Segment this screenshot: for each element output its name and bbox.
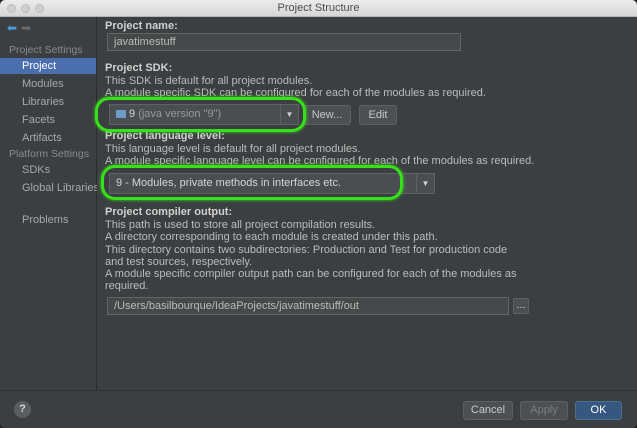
edit-sdk-button[interactable]: Edit (359, 105, 397, 125)
window-title: Project Structure (277, 2, 360, 14)
chevron-down-icon: ▼ (416, 174, 434, 193)
project-sdk-desc-1: This SDK is default for all project modu… (105, 75, 313, 87)
compiler-output-label: Project compiler output: (105, 206, 233, 218)
main-panel: Project name: javatimestuff Project SDK:… (95, 17, 637, 390)
sidebar-item-facets[interactable]: Facets (0, 112, 96, 128)
sidebar-item-modules[interactable]: Modules (0, 76, 96, 92)
compiler-output-desc-3: This directory contains two subdirectori… (105, 244, 508, 256)
back-arrow-icon[interactable]: ⬅ (7, 21, 17, 35)
sidebar-item-libraries[interactable]: Libraries (0, 94, 96, 110)
platform-settings-header: Platform Settings (9, 148, 89, 160)
sidebar-item-artifacts[interactable]: Artifacts (0, 130, 96, 146)
compiler-output-path-input[interactable]: /Users/basilbourque/IdeaProjects/javatim… (107, 297, 509, 315)
compiler-output-desc-4: and test sources, respectively. (105, 256, 253, 268)
language-level-desc-1: This language level is default for all p… (105, 143, 361, 155)
compiler-output-desc-6: required. (105, 280, 149, 292)
nav-arrows: ⬅ ➡ (7, 21, 35, 35)
title-bar: Project Structure (0, 0, 637, 17)
new-sdk-button[interactable]: New... (303, 105, 351, 125)
project-name-input[interactable]: javatimestuff (107, 33, 461, 51)
compiler-output-desc-2: A directory corresponding to each module… (105, 231, 438, 243)
sidebar-item-project[interactable]: Project (0, 58, 96, 74)
cancel-button[interactable]: Cancel (463, 401, 513, 420)
project-settings-header: Project Settings (9, 44, 83, 56)
sidebar-item-global-libraries[interactable]: Global Libraries (0, 180, 99, 196)
sidebar-item-problems[interactable]: Problems (0, 212, 96, 228)
dialog-footer: ? Cancel Apply OK (0, 390, 637, 428)
sidebar: ⬅ ➡ Project Settings Project Modules Libr… (0, 17, 99, 390)
compiler-output-desc-5: A module specific compiler output path c… (105, 268, 517, 280)
compiler-output-desc-1: This path is used to store all project c… (105, 219, 376, 231)
browse-button[interactable]: ... (513, 298, 529, 314)
project-sdk-label: Project SDK: (105, 62, 173, 74)
project-structure-window: Project Structure ⬅ ➡ Project Settings Pr… (0, 0, 637, 428)
ok-button[interactable]: OK (575, 401, 622, 420)
sidebar-item-sdks[interactable]: SDKs (0, 162, 96, 178)
help-button[interactable]: ? (14, 401, 31, 418)
forward-arrow-icon[interactable]: ➡ (21, 21, 31, 35)
apply-button[interactable]: Apply (520, 401, 568, 420)
sdk-highlight-ring (95, 97, 306, 132)
language-level-highlight-ring (101, 165, 403, 200)
project-name-label: Project name: (105, 20, 178, 32)
